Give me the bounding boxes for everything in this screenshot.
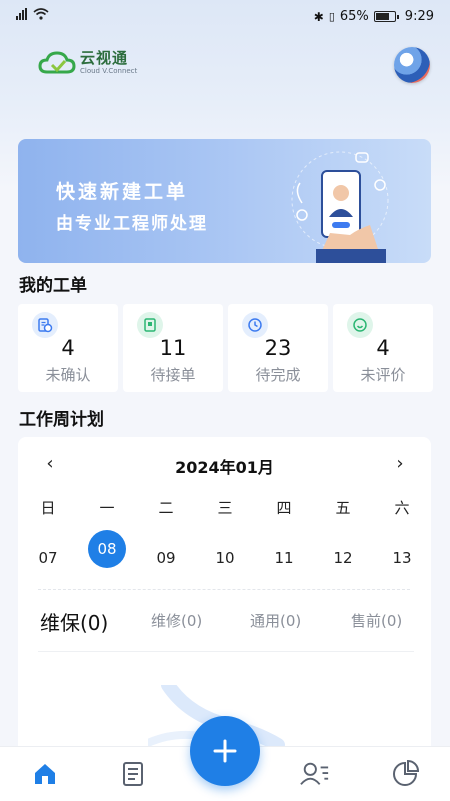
status-bar: ✱ ▯ 65% 9:29: [0, 0, 450, 34]
battery-percent: 65%: [339, 9, 369, 24]
rating-icon: [347, 312, 373, 338]
calendar-day[interactable]: 11: [264, 541, 304, 575]
logo-subtitle: Cloud V.Connect: [80, 67, 138, 75]
bluetooth-icon: ✱: [313, 9, 324, 24]
weekday-label: 日: [40, 499, 56, 517]
stat-value: 4: [61, 336, 75, 360]
calendar-day[interactable]: 07: [28, 541, 68, 575]
orders-icon[interactable]: [118, 759, 148, 789]
stat-card-unconfirmed[interactable]: 4 未确认: [18, 304, 118, 392]
weekday-label: 五: [335, 499, 351, 517]
clock-icon: [242, 312, 268, 338]
status-right: ✱ ▯ 65% 9:29: [314, 9, 434, 24]
statistics-icon[interactable]: [390, 759, 420, 789]
stat-value: 23: [264, 336, 292, 360]
calendar-divider: [38, 589, 410, 590]
add-order-button[interactable]: [190, 716, 260, 786]
banner-subtitle: 由专业工程师处理: [56, 214, 208, 234]
cell-signal-icon: [16, 8, 27, 20]
tab-general[interactable]: 通用(0): [250, 610, 301, 631]
stat-card-unrated[interactable]: 4 未评价: [333, 304, 433, 392]
clock-time: 9:29: [404, 9, 434, 24]
stat-label: 待完成: [255, 366, 301, 384]
calendar-day[interactable]: 09: [146, 541, 186, 575]
tab-divider: [38, 651, 414, 652]
weekday-label: 四: [276, 499, 292, 517]
weekday-label: 三: [217, 499, 233, 517]
stat-label: 未评价: [360, 366, 406, 384]
app-logo: 云视通 Cloud V.Connect: [38, 50, 137, 76]
calendar-month: 2024年01月: [175, 458, 274, 477]
status-left: [16, 8, 49, 20]
plus-icon: [213, 739, 237, 763]
banner-title: 快速新建工单: [56, 181, 189, 203]
calendar-day[interactable]: 10: [205, 541, 245, 575]
tab-repair[interactable]: 维修(0): [151, 610, 202, 631]
stat-value: 11: [159, 336, 187, 360]
weekday-label: 一: [99, 499, 115, 517]
clipboard-icon: [137, 312, 163, 338]
document-clock-icon: [32, 312, 58, 338]
wifi-icon: [33, 8, 49, 20]
weekday-label: 六: [394, 499, 410, 517]
stat-label: 待接单: [150, 366, 196, 384]
calendar-day-selected[interactable]: 08: [88, 530, 126, 568]
stat-card-pending-accept[interactable]: 11 待接单: [123, 304, 223, 392]
tab-maintenance[interactable]: 维保(0): [40, 607, 108, 636]
my-orders-title: 我的工单: [19, 276, 87, 296]
tab-presales[interactable]: 售前(0): [351, 610, 402, 631]
calendar-day[interactable]: 12: [323, 541, 363, 575]
cloud-logo-icon: [38, 51, 76, 74]
vibrate-icon: ▯: [328, 10, 335, 23]
next-month-button[interactable]: ›: [388, 453, 412, 474]
home-icon[interactable]: [30, 759, 60, 789]
create-order-banner[interactable]: 快速新建工单 由专业工程师处理: [18, 139, 431, 263]
stat-card-pending-complete[interactable]: 23 待完成: [228, 304, 328, 392]
calendar-day[interactable]: 13: [382, 541, 422, 575]
contacts-icon[interactable]: [300, 759, 330, 789]
phone-engineer-illustration: [291, 151, 389, 263]
user-avatar[interactable]: [394, 47, 430, 83]
stat-value: 4: [376, 336, 390, 360]
week-calendar: ‹ 2024年01月 › 日 一 二 三 四 五 六 07 08 09 10 1…: [18, 437, 431, 757]
weekly-plan-title: 工作周计划: [19, 410, 104, 430]
logo-title: 云视通: [80, 49, 129, 67]
stat-label: 未确认: [45, 366, 91, 384]
weekday-label: 二: [158, 499, 174, 517]
battery-icon: [373, 11, 399, 22]
